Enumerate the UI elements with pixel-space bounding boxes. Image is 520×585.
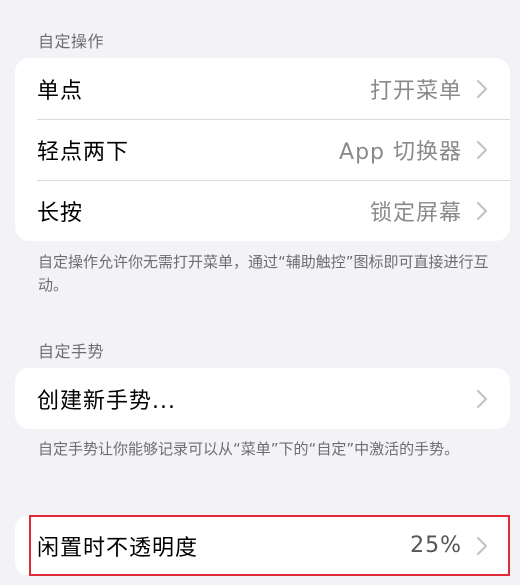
chevron-right-icon <box>476 389 488 408</box>
row-long-press-label: 长按 <box>37 200 84 226</box>
row-double-tap-label: 轻点两下 <box>37 139 130 165</box>
row-single-tap-value: 打开菜单 <box>369 78 462 104</box>
row-single-tap[interactable]: 单点 打开菜单 <box>15 58 510 119</box>
idle-opacity-group: 闲置时不透明度 25% <box>15 515 510 576</box>
row-double-tap-value: App 切换器 <box>339 139 462 165</box>
custom-actions-group: 单点 打开菜单 轻点两下 App 切换器 长按 锁定屏幕 <box>15 58 510 241</box>
row-create-gesture[interactable]: 创建新手势... <box>15 368 510 429</box>
row-idle-opacity-value: 25% <box>410 533 462 558</box>
section-header-custom-actions: 自定操作 <box>38 32 105 51</box>
custom-actions-footer: 自定操作允许你无需打开菜单，通过“辅助触控”图标即可直接进行互动。 <box>38 253 489 294</box>
chevron-right-icon <box>476 79 488 98</box>
row-long-press[interactable]: 长按 锁定屏幕 <box>15 180 510 241</box>
custom-gestures-group: 创建新手势... <box>15 368 510 429</box>
custom-gestures-footer: 自定手势让你能够记录可以从“菜单”下的“自定”中激活的手势。 <box>38 440 460 458</box>
chevron-right-icon <box>476 201 488 220</box>
row-long-press-value: 锁定屏幕 <box>369 200 462 226</box>
section-header-custom-gestures: 自定手势 <box>38 342 105 361</box>
row-single-tap-label: 单点 <box>37 78 84 104</box>
row-double-tap[interactable]: 轻点两下 App 切换器 <box>15 119 510 180</box>
chevron-right-icon <box>476 140 488 159</box>
row-idle-opacity[interactable]: 闲置时不透明度 25% <box>15 515 510 576</box>
row-idle-opacity-label: 闲置时不透明度 <box>37 535 199 561</box>
chevron-right-icon <box>476 536 488 555</box>
row-create-gesture-label: 创建新手势... <box>37 388 176 414</box>
